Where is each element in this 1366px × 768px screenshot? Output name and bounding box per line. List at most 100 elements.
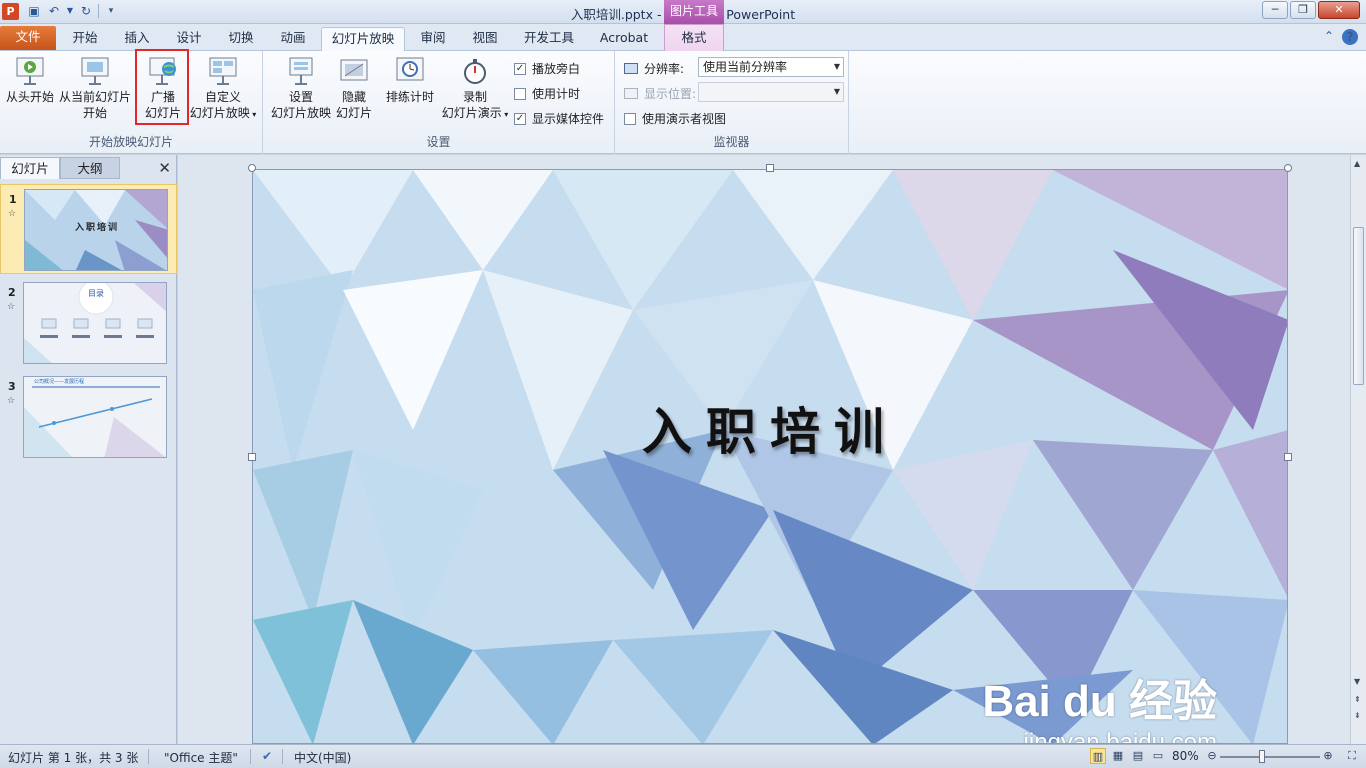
custom-show-icon <box>207 55 239 87</box>
use-timings-check[interactable] <box>514 87 526 100</box>
resize-handle-left[interactable] <box>248 453 256 461</box>
record-slide-show-button[interactable]: 录制 幻灯片演示 ▾ <box>439 55 511 123</box>
slide-thumbnail-2[interactable]: 2 ☆ 目录 <box>0 278 177 368</box>
resolution-row: 分辨率: <box>624 60 684 77</box>
record-label-line2: 幻灯片演示 ▾ <box>441 106 509 120</box>
display-on-row: 显示位置: <box>624 85 696 102</box>
zoom-slider[interactable] <box>1220 756 1320 758</box>
presenter-view-checkbox[interactable]: 使用演示者视图 <box>624 110 726 127</box>
thumbnail-image: 目录 <box>23 282 167 364</box>
tab-outline[interactable]: 大纲 <box>60 157 120 179</box>
from-beginning-button[interactable]: 从头开始 <box>4 55 56 105</box>
tab-transitions[interactable]: 切换 <box>218 27 264 51</box>
slide-editing-area: 入职培训 Bai du 经验 jingyan.baidu.com <box>178 155 1350 744</box>
close-button[interactable]: ✕ <box>1318 1 1360 19</box>
rehearse-timings-button[interactable]: 排练计时 <box>383 55 437 105</box>
slide-number: 3 <box>8 380 16 393</box>
hide-slide-icon <box>338 55 370 87</box>
show-media-controls-check[interactable]: ✓ <box>514 112 526 125</box>
tab-home[interactable]: 开始 <box>62 27 108 51</box>
language-indicator[interactable]: 中文(中国) <box>294 749 351 766</box>
slide-thumbnail-3[interactable]: 3 ☆ 公司概况——发展历程 <box>0 372 177 462</box>
slide-thumbnail-1[interactable]: 1 ☆ 入职培训 <box>0 184 177 274</box>
normal-view-icon[interactable]: ▥ <box>1090 748 1106 764</box>
from-current-slide-button[interactable]: 从当前幻灯片 开始 <box>58 55 132 121</box>
rehearse-label: 排练计时 <box>385 90 434 104</box>
tab-review[interactable]: 审阅 <box>410 27 456 51</box>
current-slide[interactable]: 入职培训 Bai du 经验 jingyan.baidu.com <box>252 169 1288 744</box>
slide-sorter-view-icon[interactable]: ▦ <box>1110 748 1126 764</box>
resize-handle-right[interactable] <box>1284 453 1292 461</box>
maximize-button[interactable]: ❐ <box>1290 1 1316 19</box>
slide-title[interactable]: 入职培训 <box>253 392 1287 464</box>
resolution-dropdown-icon: ▼ <box>833 62 840 71</box>
play-narrations-checkbox[interactable]: ✓ 播放旁白 <box>514 60 580 77</box>
ribbon-tab-row: 文件 开始 插入 设计 切换 动画 幻灯片放映 审阅 视图 开发工具 Acrob… <box>0 24 1366 52</box>
vertical-scrollbar[interactable]: ▲ ▼ ⇞ ⇟ <box>1350 155 1366 744</box>
display-on-dropdown[interactable]: ▼ <box>698 82 844 102</box>
picture-tools-group-label: 图片工具 <box>664 0 724 24</box>
hide-slide-button[interactable]: 隐藏 幻灯片 <box>335 55 373 121</box>
hide-label-line1: 隐藏 <box>341 90 366 104</box>
zoom-out-icon[interactable]: ⊖ <box>1204 748 1220 764</box>
custom-slide-show-button[interactable]: 自定义 幻灯片放映 ▾ <box>188 55 258 123</box>
resize-handle-top[interactable] <box>766 164 774 172</box>
minimize-button[interactable]: ─ <box>1262 1 1288 19</box>
setup-show-icon <box>285 55 317 87</box>
presenter-view-check[interactable] <box>624 112 636 125</box>
set-up-slide-show-button[interactable]: 设置 幻灯片放映 <box>269 55 333 121</box>
resize-handle-top-right[interactable] <box>1284 164 1292 172</box>
tab-slides[interactable]: 幻灯片 <box>0 157 60 179</box>
hide-label-line2: 幻灯片 <box>335 106 372 120</box>
tab-acrobat[interactable]: Acrobat <box>590 27 658 51</box>
zoom-level[interactable]: 80% <box>1172 749 1199 763</box>
tab-design[interactable]: 设计 <box>166 27 212 51</box>
display-dropdown-icon: ▼ <box>833 87 840 96</box>
resolution-dropdown[interactable]: 使用当前分辨率 ▼ <box>698 57 844 77</box>
zoom-in-icon[interactable]: ⊕ <box>1320 748 1336 764</box>
scroll-thumb[interactable] <box>1353 227 1364 385</box>
fit-to-window-icon[interactable]: ⛶ <box>1344 748 1360 764</box>
group-start-slide-show: 从头开始 从当前幻灯片 开始 广播 幻灯片 自定义 幻灯片放映 ▾ 开始放映幻灯… <box>0 49 263 154</box>
group-label-start: 开始放映幻灯片 <box>88 135 173 149</box>
thumbnail-image: 入职培训 <box>24 189 168 271</box>
tab-slide-show[interactable]: 幻灯片放映 <box>321 27 405 52</box>
baidu-watermark: Bai du 经验 jingyan.baidu.com <box>967 665 1217 743</box>
show-media-controls-checkbox[interactable]: ✓ 显示媒体控件 <box>514 110 604 127</box>
group-monitors: 分辨率: 使用当前分辨率 ▼ 显示位置: ▼ 使用演示者视图 监视器 <box>615 51 849 154</box>
slide-show-view-icon[interactable]: ▭ <box>1150 748 1166 764</box>
slide-number: 2 <box>8 286 16 299</box>
zoom-slider-thumb[interactable] <box>1259 750 1265 763</box>
resolution-icon <box>624 63 638 74</box>
close-panel-icon[interactable]: ✕ <box>158 159 171 177</box>
record-dropdown-icon: ▾ <box>501 110 509 119</box>
previous-slide-icon[interactable]: ⇞ <box>1354 695 1361 704</box>
thumbnail-title: 目录 <box>88 289 104 298</box>
tab-view[interactable]: 视图 <box>462 27 508 51</box>
scroll-down-arrow-icon[interactable]: ▼ <box>1354 677 1360 686</box>
status-divider <box>250 749 251 764</box>
resize-handle-top-left[interactable] <box>248 164 256 172</box>
slide-number: 1 <box>9 193 17 206</box>
animation-star-icon: ☆ <box>8 209 17 219</box>
reading-view-icon[interactable]: ▤ <box>1130 748 1146 764</box>
minimize-ribbon-icon[interactable]: ⌃ <box>1324 29 1334 45</box>
use-timings-checkbox[interactable]: 使用计时 <box>514 85 580 102</box>
next-slide-icon[interactable]: ⇟ <box>1354 711 1361 720</box>
record-label-line1: 录制 <box>462 90 487 104</box>
scroll-up-arrow-icon[interactable]: ▲ <box>1354 159 1360 168</box>
record-stopwatch-icon <box>459 55 491 87</box>
help-icon[interactable]: ? <box>1342 29 1358 45</box>
from-current-label-line2: 开始 <box>82 106 107 120</box>
watermark-brand: Bai du 经验 <box>982 677 1217 726</box>
rehearse-clock-icon <box>394 55 426 87</box>
play-narrations-check[interactable]: ✓ <box>514 62 526 75</box>
display-on-label: 显示位置: <box>644 87 697 101</box>
tab-developer[interactable]: 开发工具 <box>514 27 584 51</box>
status-bar: 幻灯片 第 1 张，共 3 张 "Office 主题" ✔ 中文(中国) ▥ ▦… <box>0 744 1366 768</box>
tab-file[interactable]: 文件 <box>0 26 56 50</box>
tab-format[interactable]: 格式 <box>664 24 724 51</box>
tab-animations[interactable]: 动画 <box>270 27 316 51</box>
spelling-check-icon[interactable]: ✔ <box>262 749 272 763</box>
tab-insert[interactable]: 插入 <box>114 27 160 51</box>
